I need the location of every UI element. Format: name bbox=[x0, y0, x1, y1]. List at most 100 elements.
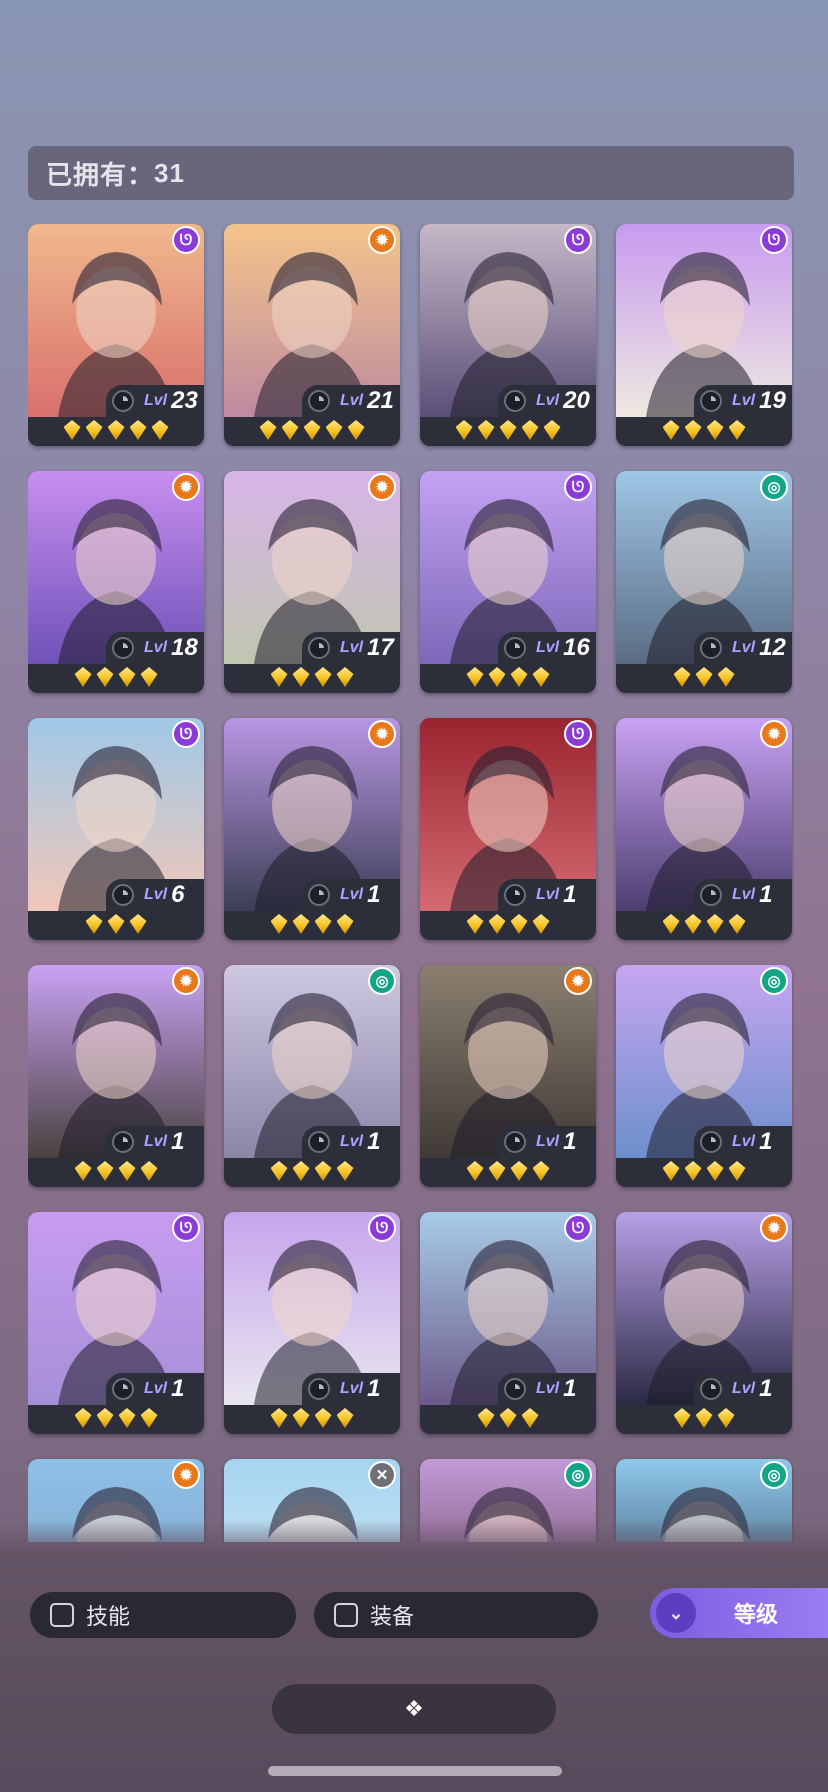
hero-card[interactable]: ✹ Lvl 21 bbox=[224, 224, 400, 446]
faction-orange-icon: ✹ bbox=[368, 226, 396, 254]
level-plate: Lvl 6 bbox=[106, 879, 204, 911]
star-icon bbox=[129, 420, 147, 440]
star-icon bbox=[140, 667, 158, 687]
star-icon bbox=[336, 914, 354, 934]
star-rating bbox=[616, 1408, 792, 1432]
hero-card[interactable]: ✹ Lvl 1 bbox=[616, 718, 792, 940]
equipment-slot-icon bbox=[308, 1378, 330, 1400]
equipment-slot-icon bbox=[308, 637, 330, 659]
sort-level-button[interactable]: ⌄ 等级 bbox=[650, 1588, 828, 1638]
level-value: 17 bbox=[367, 634, 394, 661]
skill-filter-button[interactable]: 技能 bbox=[30, 1592, 296, 1638]
hero-card[interactable]: ◎ Lvl 1 bbox=[224, 965, 400, 1187]
level-prefix: Lvl bbox=[144, 1133, 168, 1150]
star-icon bbox=[706, 420, 724, 440]
hero-card[interactable]: ᘎ Lvl 19 bbox=[616, 224, 792, 446]
level-plate: Lvl 1 bbox=[106, 1126, 204, 1158]
equipment-slot-icon bbox=[700, 884, 722, 906]
star-icon bbox=[270, 667, 288, 687]
hero-card[interactable]: ᘎ Lvl 1 bbox=[420, 1212, 596, 1434]
star-icon bbox=[717, 1408, 735, 1428]
star-icon bbox=[303, 420, 321, 440]
equipment-slot-icon bbox=[112, 1378, 134, 1400]
level-plate: Lvl 20 bbox=[498, 385, 596, 417]
equipment-slot-icon bbox=[112, 884, 134, 906]
level-prefix: Lvl bbox=[144, 1380, 168, 1397]
hero-card[interactable]: ✹ Lvl 1 bbox=[224, 718, 400, 940]
star-icon bbox=[74, 1161, 92, 1181]
equipment-filter-button[interactable]: 装备 bbox=[314, 1592, 598, 1638]
star-icon bbox=[673, 1408, 691, 1428]
star-icon bbox=[85, 420, 103, 440]
faction-teal-icon: ◎ bbox=[760, 1461, 788, 1489]
star-icon bbox=[477, 420, 495, 440]
level-plate: Lvl 1 bbox=[498, 879, 596, 911]
hero-card[interactable]: ᘎ Lvl 1 bbox=[28, 1212, 204, 1434]
star-icon bbox=[532, 667, 550, 687]
equipment-slot-icon bbox=[112, 390, 134, 412]
equipment-slot-icon bbox=[112, 1131, 134, 1153]
star-icon bbox=[728, 420, 746, 440]
collapse-button[interactable]: ❖ bbox=[272, 1684, 556, 1734]
star-rating bbox=[28, 420, 204, 444]
equipment-filter-label: 装备 bbox=[370, 1604, 415, 1629]
star-icon bbox=[532, 1161, 550, 1181]
hero-card[interactable]: ◎ Lvl 12 bbox=[616, 471, 792, 693]
star-icon bbox=[543, 420, 561, 440]
hero-card[interactable]: ✹ Lvl 18 bbox=[28, 471, 204, 693]
level-prefix: Lvl bbox=[536, 886, 560, 903]
level-plate: Lvl 1 bbox=[498, 1126, 596, 1158]
faction-teal-icon: ◎ bbox=[368, 967, 396, 995]
hero-card[interactable]: ✹ Lvl 1 bbox=[420, 965, 596, 1187]
equipment-slot-icon bbox=[504, 1378, 526, 1400]
star-icon bbox=[270, 1408, 288, 1428]
star-icon bbox=[728, 1161, 746, 1181]
star-icon bbox=[314, 1408, 332, 1428]
level-plate: Lvl 1 bbox=[694, 1126, 792, 1158]
equipment-slot-icon bbox=[700, 390, 722, 412]
hero-card[interactable]: ✹ Lvl 1 bbox=[28, 965, 204, 1187]
level-plate: Lvl 1 bbox=[302, 1126, 400, 1158]
level-value: 1 bbox=[563, 1128, 577, 1155]
checkbox-icon[interactable] bbox=[50, 1603, 74, 1627]
star-rating bbox=[420, 667, 596, 691]
level-plate: Lvl 1 bbox=[694, 879, 792, 911]
level-plate: Lvl 23 bbox=[106, 385, 204, 417]
owned-count: 31 bbox=[154, 157, 185, 188]
star-icon bbox=[521, 1408, 539, 1428]
level-prefix: Lvl bbox=[340, 639, 364, 656]
star-rating bbox=[28, 1408, 204, 1432]
hero-card[interactable]: ᘎ Lvl 20 bbox=[420, 224, 596, 446]
star-icon bbox=[325, 420, 343, 440]
star-rating bbox=[420, 420, 596, 444]
level-prefix: Lvl bbox=[536, 639, 560, 656]
faction-orange-icon: ✹ bbox=[760, 1214, 788, 1242]
level-value: 1 bbox=[367, 1128, 381, 1155]
star-rating bbox=[420, 1161, 596, 1185]
hero-card[interactable]: ✹ Lvl 17 bbox=[224, 471, 400, 693]
star-icon bbox=[336, 1161, 354, 1181]
star-rating bbox=[224, 420, 400, 444]
star-rating bbox=[224, 1161, 400, 1185]
star-icon bbox=[314, 667, 332, 687]
level-prefix: Lvl bbox=[732, 1380, 756, 1397]
level-value: 20 bbox=[563, 387, 590, 414]
star-rating bbox=[28, 914, 204, 938]
hero-card[interactable]: ᘎ Lvl 1 bbox=[224, 1212, 400, 1434]
star-icon bbox=[499, 420, 517, 440]
level-value: 1 bbox=[367, 881, 381, 908]
level-plate: Lvl 1 bbox=[106, 1373, 204, 1405]
level-plate: Lvl 1 bbox=[694, 1373, 792, 1405]
star-icon bbox=[292, 1408, 310, 1428]
hero-card[interactable]: ᘎ Lvl 23 bbox=[28, 224, 204, 446]
checkbox-icon[interactable] bbox=[334, 1603, 358, 1627]
hero-card[interactable]: ᘎ Lvl 16 bbox=[420, 471, 596, 693]
hero-card[interactable]: ᘎ Lvl 6 bbox=[28, 718, 204, 940]
hero-card[interactable]: ᘎ Lvl 1 bbox=[420, 718, 596, 940]
star-icon bbox=[336, 667, 354, 687]
star-icon bbox=[270, 1161, 288, 1181]
star-rating bbox=[28, 667, 204, 691]
hero-card[interactable]: ✹ Lvl 1 bbox=[616, 1212, 792, 1434]
hero-card[interactable]: ◎ Lvl 1 bbox=[616, 965, 792, 1187]
star-icon bbox=[292, 1161, 310, 1181]
